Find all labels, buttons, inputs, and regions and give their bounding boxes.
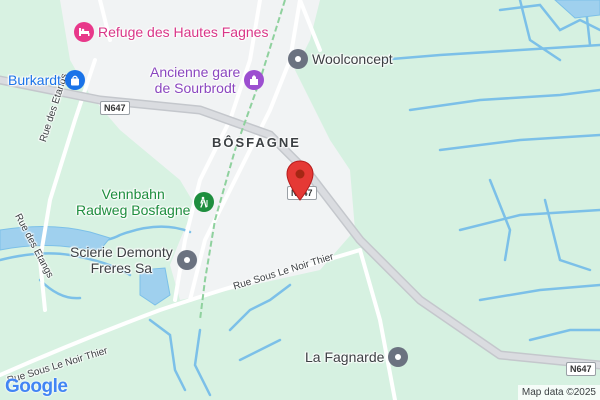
- poi-label-line2: Radweg Bosfagne: [76, 202, 191, 218]
- pin-dot-icon: [176, 250, 197, 270]
- poi-label-line1: Scierie Demonty: [70, 244, 173, 260]
- google-logo: Google: [5, 376, 68, 398]
- poi-burkardt[interactable]: Burkardt: [8, 70, 85, 90]
- pin-dot-icon: [388, 347, 409, 367]
- pin-dot-icon: [288, 49, 308, 69]
- poi-label-line1: Ancienne gare: [150, 64, 241, 80]
- location-marker[interactable]: [285, 160, 315, 202]
- poi-scierie-demonty-freres-sa[interactable]: Scierie Demonty Freres Sa: [70, 244, 197, 276]
- landmark-icon: [244, 70, 265, 90]
- shopping-bag-icon: [64, 70, 85, 90]
- poi-refuge-des-hautes-fagnes[interactable]: Refuge des Hautes Fagnes: [74, 22, 268, 42]
- poi-label-line2: de Sourbrodt: [154, 80, 236, 96]
- poi-label: Refuge des Hautes Fagnes: [98, 24, 269, 40]
- poi-label: Woolconcept: [312, 51, 393, 67]
- map-canvas[interactable]: BÔSFAGNE N647 N647 N647 Rue des Etangs R…: [0, 0, 600, 400]
- poi-label-line1: Vennbahn: [101, 186, 165, 202]
- poi-la-fagnarde[interactable]: La Fagnarde: [305, 347, 409, 367]
- bed-icon: [74, 22, 94, 42]
- poi-label: Burkardt: [8, 72, 61, 88]
- road-shield-n647: N647: [100, 101, 130, 115]
- locality-label: BÔSFAGNE: [212, 135, 301, 150]
- road-shield-n647: N647: [566, 362, 596, 376]
- poi-label-line2: Freres Sa: [90, 260, 153, 276]
- poi-ancienne-gare-de-sourbrodt[interactable]: Ancienne gare de Sourbrodt: [150, 64, 265, 96]
- poi-woolconcept[interactable]: Woolconcept: [288, 49, 393, 69]
- hiking-icon: [194, 192, 215, 212]
- map-attribution[interactable]: Map data ©2025: [517, 385, 600, 400]
- poi-vennbahn-radweg-bosfagne[interactable]: Vennbahn Radweg Bosfagne: [76, 186, 215, 218]
- google-logo-text: Google: [5, 376, 68, 397]
- poi-label: La Fagnarde: [305, 349, 385, 365]
